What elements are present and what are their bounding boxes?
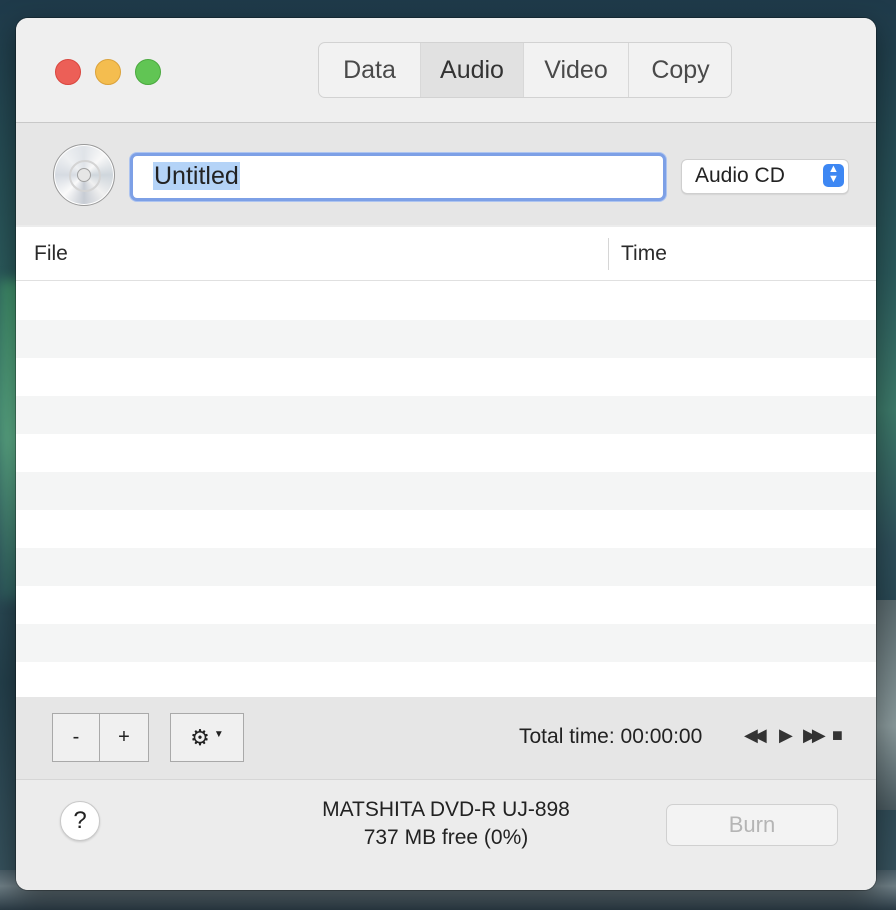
mode-tabs: Data Audio Video Copy: [318, 42, 732, 98]
table-row: [16, 662, 876, 700]
stop-icon[interactable]: ■: [832, 725, 843, 746]
disc-name-text: Untitled: [153, 162, 240, 190]
drive-info: MATSHITA DVD-R UJ-898 737 MB free (0%): [296, 796, 596, 852]
tab-copy[interactable]: Copy: [629, 43, 731, 97]
help-button[interactable]: ?: [60, 801, 100, 841]
table-row: [16, 396, 876, 434]
table-row: [16, 434, 876, 472]
gear-icon: ⚙: [190, 724, 210, 750]
column-divider[interactable]: [608, 238, 609, 270]
status-bar: ? MATSHITA DVD-R UJ-898 737 MB free (0%)…: [16, 779, 876, 890]
actions-menu-button[interactable]: ⚙ ▼: [170, 713, 244, 762]
title-bar: Data Audio Video Copy: [16, 18, 876, 123]
table-row: [16, 282, 876, 320]
remove-track-button[interactable]: -: [52, 713, 100, 762]
caret-down-icon: ▼: [213, 729, 224, 740]
table-row: [16, 548, 876, 586]
add-track-button[interactable]: +: [99, 713, 149, 762]
table-row: [16, 320, 876, 358]
table-row: [16, 510, 876, 548]
disc-toolbar: Untitled Audio CD ▲ ▼: [16, 123, 876, 225]
disc-name-input[interactable]: Untitled: [130, 153, 666, 201]
burn-button[interactable]: Burn: [666, 804, 838, 846]
tab-audio[interactable]: Audio: [421, 43, 524, 97]
zoom-window-button[interactable]: [135, 59, 161, 85]
burn-window: Data Audio Video Copy Untitled Audio CD …: [16, 18, 876, 890]
chevron-up-down-icon: ▲ ▼: [823, 164, 844, 187]
minimize-window-button[interactable]: [95, 59, 121, 85]
table-header: File Time: [16, 227, 876, 281]
tab-data[interactable]: Data: [319, 43, 421, 97]
disc-type-value: Audio CD: [695, 164, 785, 187]
table-row: [16, 358, 876, 396]
track-controls-bar: - + ⚙ ▼ Total time: 00:00:00 ◀◀ ▶ ▶▶ ■: [16, 697, 876, 779]
total-time: Total time: 00:00:00: [519, 725, 703, 748]
table-row: [16, 586, 876, 624]
drive-name: MATSHITA DVD-R UJ-898: [322, 798, 570, 821]
close-window-button[interactable]: [55, 59, 81, 85]
column-header-time[interactable]: Time: [621, 242, 667, 266]
free-space: 737 MB free (0%): [363, 826, 529, 849]
play-icon[interactable]: ▶: [779, 725, 793, 746]
fast-forward-icon[interactable]: ▶▶: [803, 725, 826, 746]
column-header-file[interactable]: File: [34, 242, 68, 266]
table-rows: [16, 282, 876, 700]
disc-icon: [53, 144, 115, 206]
table-row: [16, 624, 876, 662]
rewind-icon[interactable]: ◀◀: [744, 725, 767, 746]
disc-type-select[interactable]: Audio CD ▲ ▼: [681, 159, 849, 194]
track-table[interactable]: File Time: [16, 227, 876, 697]
tab-video[interactable]: Video: [524, 43, 629, 97]
table-row: [16, 472, 876, 510]
